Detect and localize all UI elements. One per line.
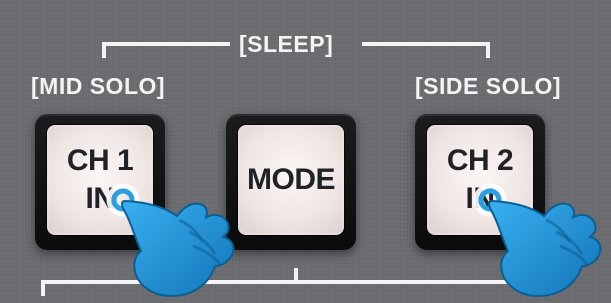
control-panel: [SLEEP] [MID SOLO] [SIDE SOLO] CH 1 IN M… bbox=[0, 0, 611, 298]
side-solo-label: [SIDE SOLO] bbox=[415, 73, 562, 99]
sleep-bracket-right-horizontal bbox=[362, 42, 490, 46]
mode-button[interactable]: MODE bbox=[238, 125, 344, 235]
sleep-bracket-left-horizontal bbox=[102, 42, 230, 46]
key-mode-housing: MODE bbox=[226, 114, 356, 250]
sleep-bracket-right-vertical bbox=[486, 42, 490, 58]
bottom-bracket-left-vertical bbox=[41, 280, 45, 296]
hand-pointer-icon bbox=[473, 183, 602, 298]
mode-button-label: MODE bbox=[247, 163, 336, 196]
sleep-label: [SLEEP] bbox=[239, 31, 334, 57]
mid-solo-label: [MID SOLO] bbox=[31, 73, 166, 99]
hand-pointer-icon bbox=[106, 183, 235, 298]
